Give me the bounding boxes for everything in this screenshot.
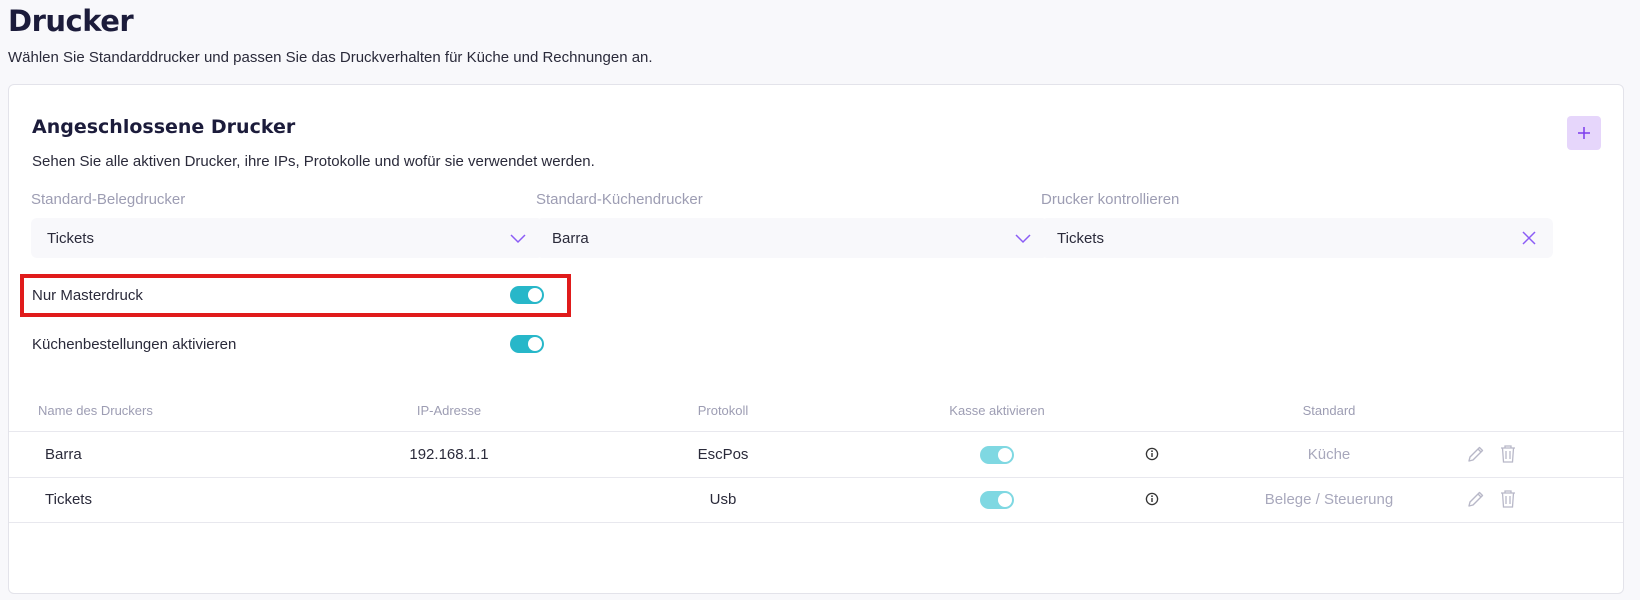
printer-protocol: Usb (709, 491, 737, 508)
header-ip: IP-Adresse (416, 403, 482, 418)
kitchen-orders-label: Küchenbestellungen aktivieren (32, 335, 237, 353)
kitchen-printer-select[interactable]: Barra (536, 218, 1048, 258)
chevron-down-icon (510, 234, 526, 244)
printers-card: Angeschlossene Drucker Sehen Sie alle ak… (8, 84, 1624, 594)
page-subtitle: Wählen Sie Standarddrucker und passen Si… (8, 49, 653, 66)
receipt-printer-select[interactable]: Tickets (31, 218, 543, 258)
pencil-icon[interactable] (1466, 489, 1486, 509)
printer-standard: Belege / Steuerung (1264, 491, 1394, 508)
control-printer-label: Drucker kontrollieren (1041, 191, 1180, 208)
printer-protocol: EscPos (697, 446, 749, 463)
printer-ip: 192.168.1.1 (409, 446, 489, 463)
page-title: Drucker (8, 4, 134, 38)
kitchen-printer-value: Barra (552, 229, 589, 247)
receipt-printer-label: Standard-Belegdrucker (31, 191, 186, 208)
table-row: Barra 192.168.1.1 EscPos Küche (9, 432, 1623, 478)
cash-toggle[interactable] (980, 446, 1014, 464)
printer-name: Tickets (45, 491, 92, 508)
info-icon[interactable] (1145, 447, 1159, 461)
header-protocol: Protokoll (697, 403, 749, 418)
header-name: Name des Druckers (38, 403, 153, 418)
header-cash: Kasse aktivieren (949, 403, 1045, 418)
table-row: Tickets Usb Belege / Steuerung (9, 477, 1623, 523)
chevron-down-icon (1015, 234, 1031, 244)
add-printer-button[interactable] (1567, 116, 1601, 150)
printer-name: Barra (45, 446, 82, 463)
kitchen-printer-label: Standard-Küchendrucker (536, 191, 703, 208)
header-standard: Standard (1302, 403, 1356, 418)
kitchen-orders-row: Küchenbestellungen aktivieren (32, 329, 544, 359)
plus-icon (1578, 127, 1590, 139)
kitchen-orders-toggle[interactable] (510, 335, 544, 353)
card-subtitle: Sehen Sie alle aktiven Drucker, ihre IPs… (32, 153, 595, 170)
close-icon[interactable] (1521, 230, 1537, 246)
printer-standard: Küche (1307, 446, 1351, 463)
trash-icon[interactable] (1499, 489, 1517, 509)
cash-toggle[interactable] (980, 491, 1014, 509)
pencil-icon[interactable] (1466, 444, 1486, 464)
highlight-box (20, 274, 571, 317)
trash-icon[interactable] (1499, 444, 1517, 464)
card-title: Angeschlossene Drucker (32, 116, 296, 138)
info-icon[interactable] (1145, 492, 1159, 506)
receipt-printer-value: Tickets (47, 229, 94, 247)
control-printer-select[interactable]: Tickets (1041, 218, 1553, 258)
control-printer-value: Tickets (1057, 229, 1104, 247)
